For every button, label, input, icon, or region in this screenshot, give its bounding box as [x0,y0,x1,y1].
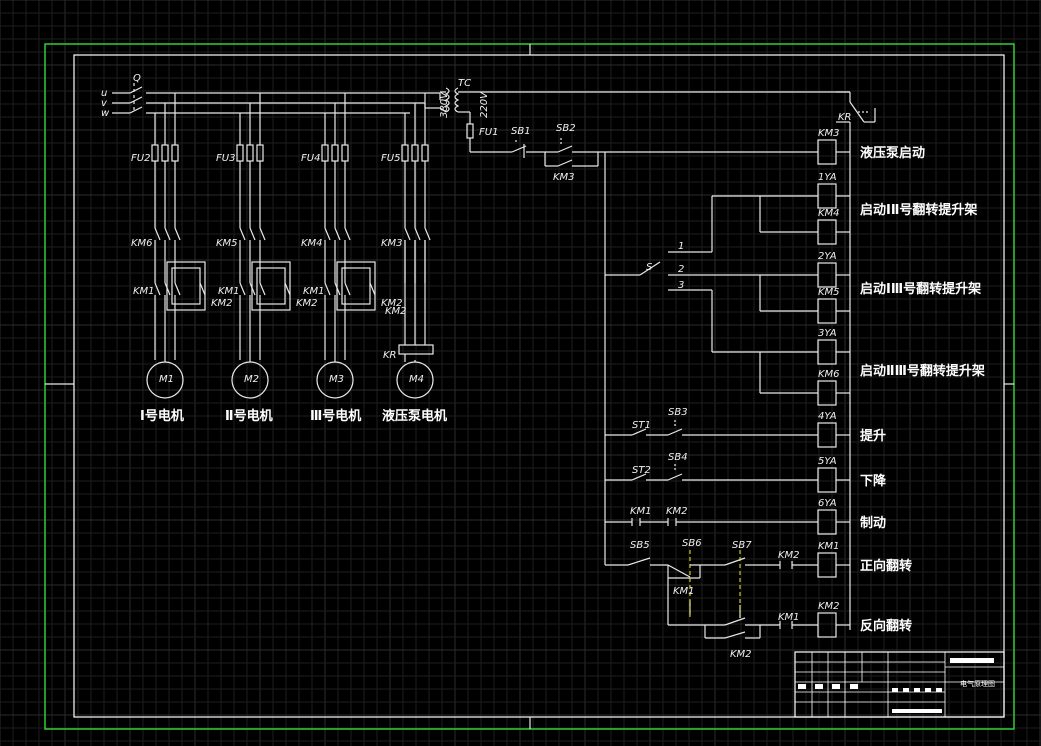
coil-label-6ya: 6YA [818,498,837,509]
fwd-label-0: KM1 [133,286,155,297]
km2-hold-label: KM2 [730,649,752,660]
coil-desc-km6: 启动ⅡⅢ号翻转提升架 [860,363,985,379]
coil-column: KM3 液压泵启动 1YA KM4 启动ⅠⅡ号翻转提升架 2YA KM5 启动ⅠⅢ号翻转提升架… [817,128,985,638]
fuse-label-3: FU3 [216,153,235,164]
coil-label-km4: KM4 [818,208,840,219]
fuse-label-5: FU5 [381,153,400,164]
coil-label-km1: KM1 [818,541,840,552]
coil-desc-4ya: 提升 [860,428,886,444]
coil-desc-km5: 启动ⅠⅢ号翻转提升架 [860,281,981,297]
coil-label-4ya: 4YA [818,411,837,422]
sb2-label: SB2 [556,123,576,134]
coil-3ya [817,339,837,365]
coil-km1 [817,552,837,578]
contactor-label-1: KM5 [216,238,238,249]
contactor-label-2: KM4 [301,238,323,249]
contactor-label-0: KM6 [131,238,153,249]
km1-hold-label: KM1 [673,586,695,597]
coil-km4 [817,219,837,245]
selector-pos-1: 1 [678,241,684,252]
circuit-diagram: Q u v w TC 380V 220V FU1 M1Ⅰ号电机FU2KM6KM1… [0,0,1041,746]
motor-label-m1: Ⅰ号电机 [140,408,184,424]
branch-m2 [231,93,291,399]
coil-desc-km3: 液压泵启动 [860,145,925,161]
drawing-name: 电气原理图 [960,679,995,688]
fwd-label-1: KM1 [218,286,240,297]
selector-pos-2: 2 [678,264,684,275]
motor-label-m2: Ⅱ号电机 [225,408,273,424]
sb1-label: SB1 [511,126,531,137]
coil-2ya [817,262,837,288]
coil-1ya [817,183,837,209]
coil-desc-6ya: 制动 [860,515,886,531]
kr-contact-label: KR [838,112,852,123]
fwd-label-2: KM1 [303,286,325,297]
sb7-label: SB7 [732,540,752,551]
coil-5ya [817,467,837,493]
coil-label-km2: KM2 [818,601,840,612]
coil-desc-km1: 正向翻转 [860,558,912,574]
st1-label: ST1 [632,420,651,431]
selector-label: S [646,262,653,273]
km1-brake-label: KM1 [630,506,652,517]
st2-label: ST2 [632,465,651,476]
coil-km3 [817,139,837,165]
motor-id-m1: M1 [159,374,174,385]
sb4-label: SB4 [668,452,688,463]
coil-label-3ya: 3YA [818,328,837,339]
sb3-label: SB3 [668,407,688,418]
motor-id-m2: M2 [244,374,259,385]
control-fuse-label: FU1 [479,127,498,138]
sb6-label: SB6 [682,538,702,549]
coil-km6 [817,380,837,406]
motor-id-m4: M4 [409,374,424,385]
coil-desc-km4: 启动ⅠⅡ号翻转提升架 [860,202,977,218]
rev-label-0: KM2 [211,298,233,309]
coil-4ya [817,422,837,448]
fuse-label-2: FU2 [131,153,150,164]
main-switch-label: Q [133,73,141,84]
phase-w-label: w [101,108,110,119]
coil-desc-5ya: 下降 [860,473,887,489]
coil-desc-km2: 反向翻转 [860,618,912,634]
rev-label-1: KM2 [296,298,318,309]
motor-label-m4: 液压泵电机 [382,408,447,424]
motor-label-m3: Ⅲ号电机 [310,408,361,424]
fuse-label-4: FU4 [301,153,320,164]
coil-label-2ya: 2YA [818,251,837,262]
coil-6ya [817,509,837,535]
selector-pos-3: 3 [678,280,684,291]
transformer-label: TC [458,78,471,89]
title-block: 电气原理图 [794,651,1005,718]
coil-km2 [817,612,837,638]
coil-label-km3: KM3 [818,128,840,139]
contactor-label-3: KM3 [381,238,403,249]
sb5-label: SB5 [630,540,650,551]
km2-interlock-label: KM2 [778,550,800,561]
relay-label: KR [383,350,397,361]
coil-label-5ya: 5YA [818,456,837,467]
coil-label-1ya: 1YA [818,172,837,183]
motor-id-m3: M3 [329,374,344,385]
branch-m3 [316,93,376,399]
km1-interlock-label: KM1 [778,612,800,623]
coil-label-km5: KM5 [818,287,840,298]
rev-label-3: KM2 [385,306,407,317]
km2-brake-label: KM2 [666,506,688,517]
coil-km5 [817,298,837,324]
coil-label-km6: KM6 [818,369,840,380]
km3-hold-label: KM3 [553,172,575,183]
secondary-voltage-label: 220V [479,91,490,118]
primary-voltage-label: 380V [439,91,450,118]
